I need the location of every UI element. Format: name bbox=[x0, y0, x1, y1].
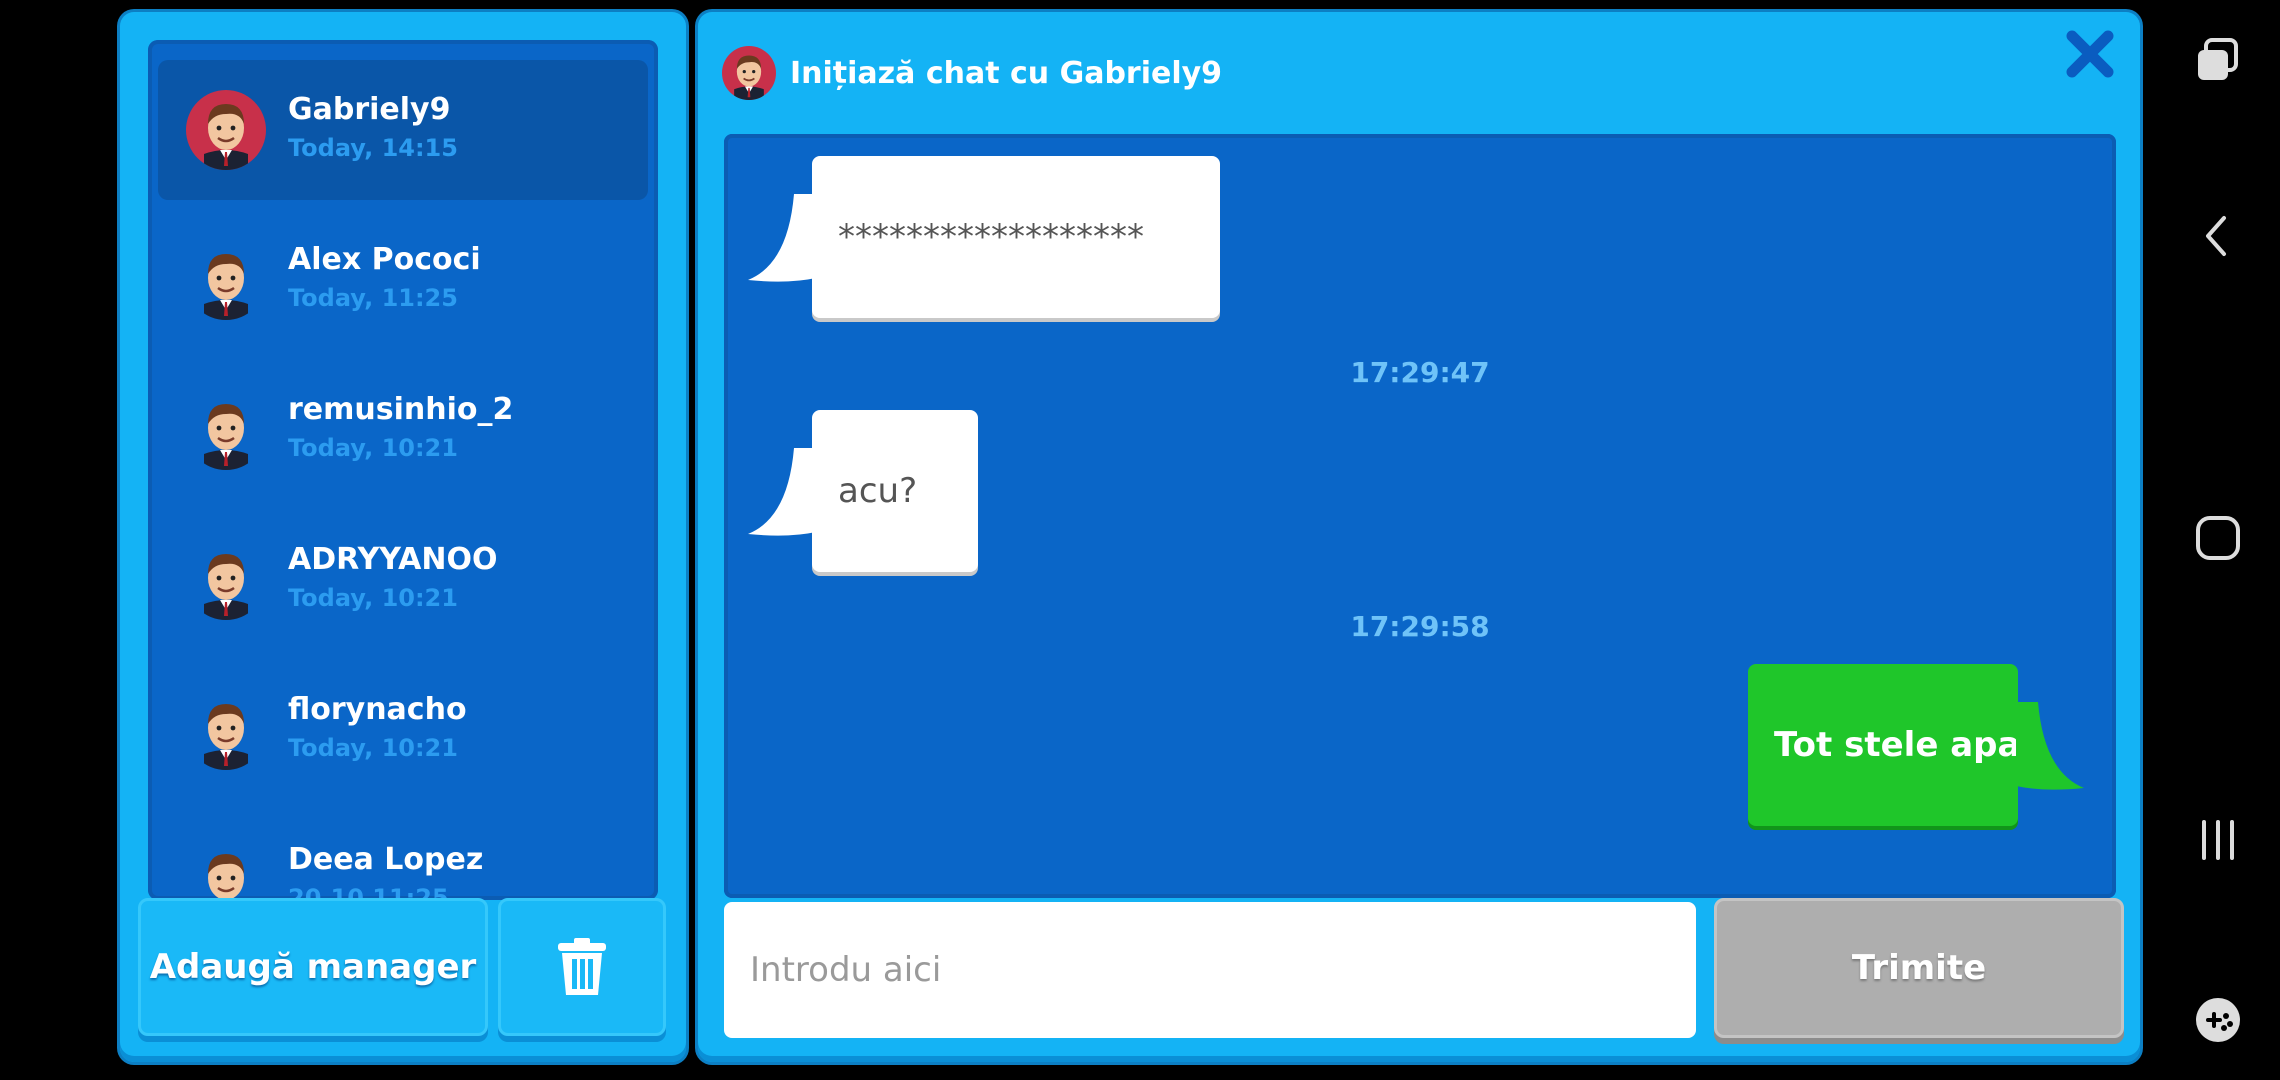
message-received: acu? bbox=[812, 410, 978, 572]
contact-item-remusinhio-2[interactable]: remusinhio_2 Today, 10:21 bbox=[158, 360, 648, 500]
contact-time: Today, 10:21 bbox=[288, 734, 458, 762]
contact-time: Today, 10:21 bbox=[288, 434, 458, 462]
contact-item-deea-lopez[interactable]: Deea Lopez 20.10 11:25 bbox=[158, 810, 648, 900]
contact-item-alex-pococi[interactable]: Alex Pococi Today, 11:25 bbox=[158, 210, 648, 350]
avatar bbox=[186, 690, 266, 770]
message-text: acu? bbox=[838, 471, 918, 511]
contact-time: Today, 14:15 bbox=[288, 134, 458, 162]
contacts-panel: Gabriely9 Today, 14:15 Alex Pococi Today… bbox=[120, 12, 686, 1062]
message-timestamp: 17:29:58 bbox=[1350, 610, 1490, 643]
message-text: Tot stele apar bbox=[1774, 725, 2038, 765]
avatar bbox=[186, 90, 266, 170]
message-text: ****************** bbox=[838, 217, 1144, 257]
contact-name: Gabriely9 bbox=[288, 92, 451, 127]
contact-item-florynacho[interactable]: florynacho Today, 10:21 bbox=[158, 660, 648, 800]
contact-item-gabriely9[interactable]: Gabriely9 Today, 14:15 bbox=[158, 60, 648, 200]
bubble-tail bbox=[2016, 702, 2084, 790]
contact-time: Today, 10:21 bbox=[288, 584, 458, 612]
delete-button[interactable] bbox=[498, 898, 666, 1036]
close-icon[interactable] bbox=[2064, 28, 2116, 80]
chat-panel: Inițiază chat cu Gabriely9 *************… bbox=[698, 12, 2140, 1062]
message-thread[interactable]: ****************** 17:29:47 acu? 17:29:5… bbox=[724, 134, 2116, 898]
contact-name: Deea Lopez bbox=[288, 842, 484, 877]
recent-apps-icon[interactable] bbox=[2194, 36, 2242, 84]
chat-title: Inițiază chat cu Gabriely9 bbox=[790, 56, 1223, 91]
multitask-icon[interactable] bbox=[2194, 816, 2242, 864]
contact-name: Alex Pococi bbox=[288, 242, 481, 277]
avatar bbox=[186, 540, 266, 620]
message-input[interactable] bbox=[724, 902, 1696, 1038]
message-sent: Tot stele apar bbox=[1748, 664, 2037, 826]
trash-icon bbox=[558, 938, 606, 995]
contact-name: remusinhio_2 bbox=[288, 392, 514, 427]
bubble-tail bbox=[748, 194, 816, 282]
contact-name: florynacho bbox=[288, 692, 467, 727]
add-manager-button[interactable]: Adaugă manager bbox=[138, 898, 488, 1036]
message-timestamp: 17:29:47 bbox=[1350, 356, 1490, 389]
send-button[interactable]: Trimite bbox=[1714, 898, 2124, 1038]
contact-list[interactable]: Gabriely9 Today, 14:15 Alex Pococi Today… bbox=[148, 40, 658, 900]
contact-name: ADRYYANOO bbox=[288, 542, 498, 577]
back-icon[interactable] bbox=[2194, 212, 2242, 260]
bubble-tail bbox=[748, 448, 816, 536]
message-received: ****************** bbox=[812, 156, 1220, 318]
system-navigation-bar bbox=[2154, 0, 2280, 1080]
avatar bbox=[186, 390, 266, 470]
contact-item-adryyanoo[interactable]: ADRYYANOO Today, 10:21 bbox=[158, 510, 648, 650]
game-tools-icon[interactable] bbox=[2194, 996, 2242, 1044]
avatar bbox=[186, 240, 266, 320]
home-icon[interactable] bbox=[2194, 514, 2242, 562]
avatar bbox=[186, 840, 266, 900]
contact-time: Today, 11:25 bbox=[288, 284, 458, 312]
chat-partner-avatar bbox=[722, 46, 776, 100]
